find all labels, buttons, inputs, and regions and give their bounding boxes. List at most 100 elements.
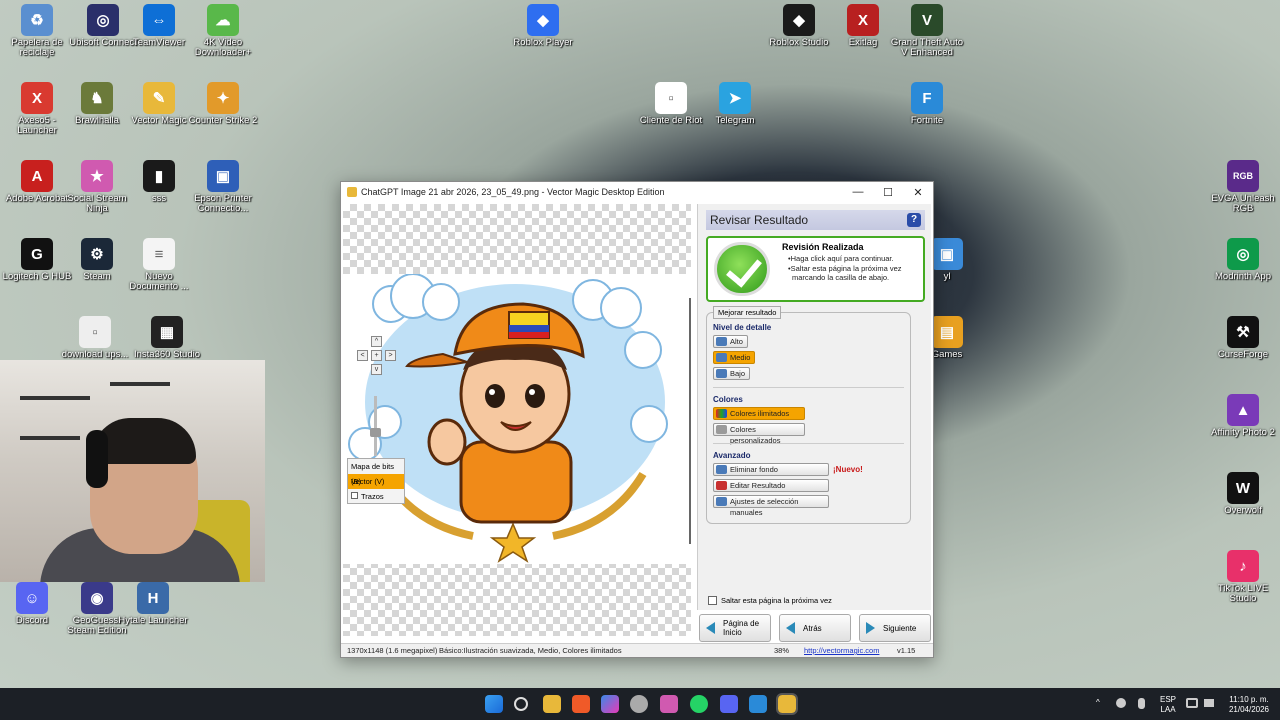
desktop-icon[interactable]: ▫ Cliente de Riot [634, 82, 708, 126]
desktop-icon[interactable]: ➤ Telegram [698, 82, 772, 126]
discord-taskbar-icon[interactable] [720, 695, 738, 713]
desktop-icon[interactable]: ✎ Vector Magic [122, 82, 196, 126]
logitech-icon: G [21, 238, 53, 270]
skip-checkbox[interactable] [708, 596, 717, 605]
desktop-icon[interactable]: ◆ Roblox Player [506, 4, 580, 48]
vector-taskbar-icon[interactable] [749, 695, 767, 713]
desktop-icon[interactable]: ♻ Papelera de reciclaje [0, 4, 74, 58]
view-vector-option[interactable]: Vector (V) [348, 474, 404, 489]
skip-page-option[interactable]: Saltar esta página la próxima vez [708, 596, 832, 605]
desktop-icon[interactable]: ✦ Counter Strike 2 [186, 82, 260, 126]
zoom-slider[interactable] [370, 396, 381, 456]
custom-palette-icon [716, 425, 727, 434]
cartoon-illustration [348, 273, 668, 563]
edit-result-label: Editar Resultado [730, 481, 786, 490]
microphone-icon[interactable] [1138, 698, 1145, 709]
file-explorer-icon[interactable] [543, 695, 561, 713]
maximize-button[interactable]: ☐ [873, 186, 903, 199]
desktop-icon[interactable]: ☁ 4K Video Downloader+ [186, 4, 260, 58]
desktop-icon[interactable]: F Fortnite [890, 82, 964, 126]
home-page-button[interactable]: Página de Inicio [699, 614, 771, 642]
desktop-icon[interactable]: ▮ sss [122, 160, 196, 204]
view-bitmap-option[interactable]: Mapa de bits (B) [348, 459, 404, 486]
desktop-icon[interactable]: X Exitlag [826, 4, 900, 48]
brawlhalla-icon: ♞ [81, 82, 113, 114]
back-button[interactable]: Atrás [779, 614, 851, 642]
zoom-slider-thumb[interactable] [370, 428, 381, 437]
detail-low-label: Bajo [730, 369, 746, 378]
search-icon[interactable] [514, 697, 528, 711]
done-line: marcando la casilla de abajo. [792, 273, 890, 282]
skip-label: Saltar esta página la próxima vez [721, 596, 832, 605]
brave-icon[interactable] [572, 695, 590, 713]
status-version: v1.15 [897, 646, 916, 655]
network-icon[interactable] [1186, 698, 1198, 708]
pan-left-icon[interactable]: < [357, 350, 368, 361]
manual-adjust-button[interactable]: Ajustes de selección manuales [713, 495, 829, 517]
desktop-icon[interactable]: H Hytale Launcher [116, 582, 190, 626]
next-button[interactable]: Siguiente [859, 614, 931, 642]
clock[interactable]: 11:10 p. m. 21/04/2026 [1224, 695, 1274, 715]
modrinth-icon: ◎ [1227, 238, 1259, 270]
canvas-vertical-scrollbar[interactable] [689, 298, 691, 544]
detail-medium-button[interactable]: Medio [713, 351, 756, 364]
pan-up-icon[interactable]: ^ [371, 336, 382, 347]
desktop-icon[interactable]: ♪ TikTok LIVE Studio [1206, 550, 1280, 604]
unlimited-colors-button[interactable]: Colores ilimitados [713, 407, 805, 420]
image-canvas[interactable]: ^ < + > v Mapa de bits (B) Vector (V) Tr… [343, 204, 691, 636]
review-done-button[interactable]: Revisión Realizada •Haga click aquí para… [706, 236, 925, 302]
desktop-icon-label: TeamViewer [132, 37, 186, 48]
chrome-icon[interactable] [630, 695, 648, 713]
remove-background-button[interactable]: Eliminar fondo [713, 463, 829, 476]
desktop-icon[interactable]: ▲ Affinity Photo 2 [1206, 394, 1280, 438]
desktop-icon[interactable]: ⚒ CurseForge [1206, 316, 1280, 360]
status-zoom: 38% [774, 646, 790, 655]
detail-high-button[interactable]: Alto [713, 335, 748, 348]
desktop-icon[interactable]: ⇔ TeamViewer [122, 4, 196, 48]
recycle-bin-icon: ♻ [21, 4, 53, 36]
social-stream-taskbar-icon[interactable] [660, 695, 678, 713]
copilot-icon[interactable] [601, 695, 619, 713]
desktop-icon[interactable]: ▦ Insta360 Studio [130, 316, 204, 360]
tray-app-icon[interactable] [1116, 698, 1126, 708]
divider [713, 387, 904, 388]
edit-result-button[interactable]: Editar Resultado [713, 479, 829, 492]
status-image-size: 1370x1148 (1.6 megapixel) [347, 646, 438, 655]
pan-right-icon[interactable]: > [385, 350, 396, 361]
fit-icon[interactable]: + [371, 350, 382, 361]
close-button[interactable]: ✕ [903, 186, 933, 199]
pan-controls[interactable]: ^ < + > v [357, 336, 397, 376]
desktop-icon-label: download ups... [61, 349, 129, 360]
desktop-icon-label: Telegram [715, 115, 755, 126]
volume-icon[interactable] [1204, 699, 1214, 707]
desktop-icon-label: Grand Theft Auto V Enhanced [890, 37, 964, 58]
status-bar: 1370x1148 (1.6 megapixel) Básico:Ilustra… [341, 643, 933, 657]
custom-colors-button[interactable]: Colores personalizados [713, 423, 805, 445]
desktop-icon-label: Counter Strike 2 [188, 115, 258, 126]
minimize-button[interactable]: — [843, 186, 873, 198]
desktop-icon[interactable]: W Overwolf [1206, 472, 1280, 516]
vector-magic-taskbar-icon[interactable] [776, 693, 798, 715]
desktop-icon[interactable]: RGB EVGA Unleash RGB [1206, 160, 1280, 214]
pan-down-icon[interactable]: v [371, 364, 382, 375]
tray-chevron-icon[interactable]: ^ [1096, 698, 1100, 708]
start-icon[interactable] [485, 695, 503, 713]
desktop-icon[interactable]: ▣ Epson Printer Connectio... [186, 160, 260, 214]
view-strokes-option[interactable]: Trazos [348, 489, 404, 504]
whatsapp-icon[interactable] [690, 695, 708, 713]
folder-dark-icon: ▮ [143, 160, 175, 192]
desktop-icon[interactable]: ☺ Discord [0, 582, 69, 626]
website-link[interactable]: http://vectormagic.com [804, 644, 879, 657]
help-button[interactable]: ? [907, 213, 921, 227]
desktop-icon[interactable]: ◎ Modrinth App [1206, 238, 1280, 282]
strokes-checkbox[interactable] [351, 492, 358, 499]
hytale-icon: H [137, 582, 169, 614]
title-bar[interactable]: ChatGPT Image 21 abr 2026, 23_05_49.png … [341, 182, 933, 202]
desktop-icon[interactable]: V Grand Theft Auto V Enhanced [890, 4, 964, 58]
acrobat-icon: A [21, 160, 53, 192]
desktop-icon[interactable]: ≡ Nuevo Documento ... [122, 238, 196, 292]
language-indicator[interactable]: ESP LAA [1160, 695, 1176, 715]
desktop-icon[interactable]: ▫ download ups... [58, 316, 132, 360]
detail-low-button[interactable]: Bajo [713, 367, 751, 380]
desktop-icon[interactable]: ◆ Roblox Studio [762, 4, 836, 48]
